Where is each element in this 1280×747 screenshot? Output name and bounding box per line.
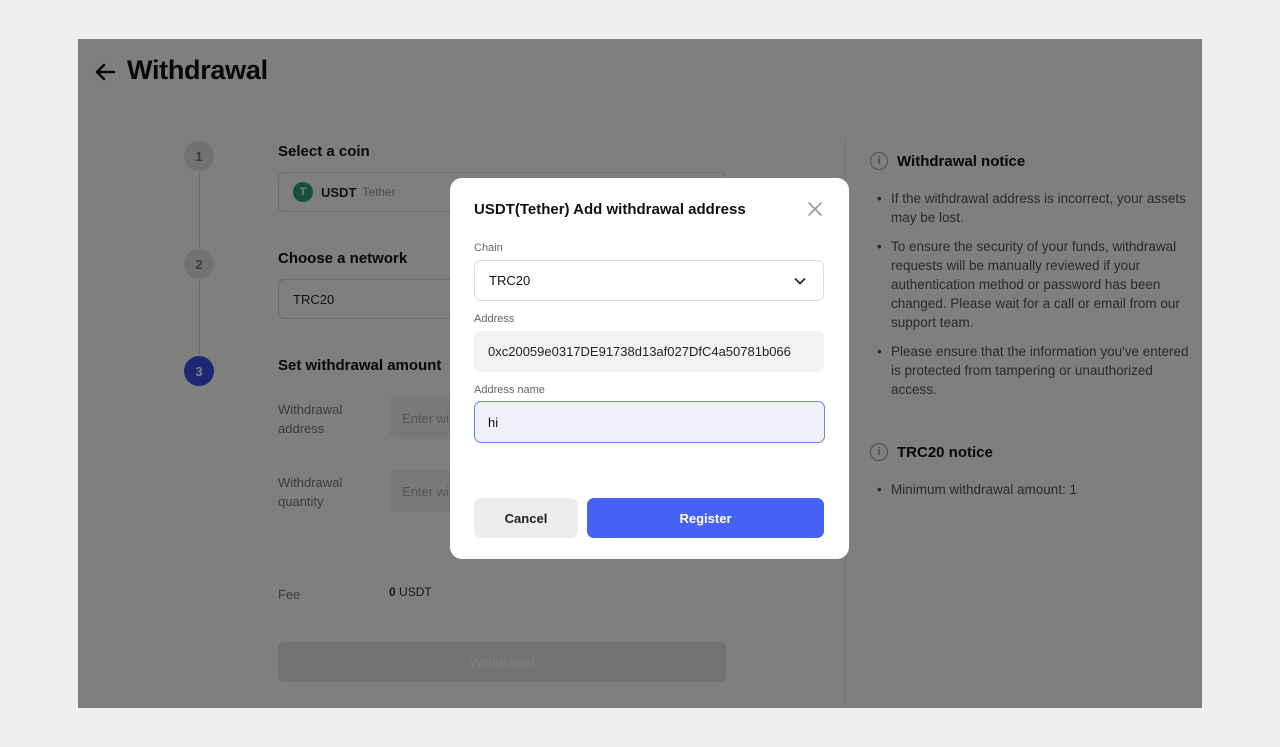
- chain-label: Chain: [474, 242, 503, 254]
- add-address-modal: USDT(Tether) Add withdrawal address Chai…: [450, 178, 849, 559]
- address-name-label: Address name: [474, 384, 545, 396]
- address-field[interactable]: 0xc20059e0317DE91738d13af027DfC4a50781b0…: [474, 331, 824, 372]
- close-icon[interactable]: [806, 200, 824, 218]
- modal-title: USDT(Tether) Add withdrawal address: [474, 201, 746, 218]
- chevron-down-icon: [794, 278, 806, 285]
- chain-value: TRC20: [489, 273, 531, 288]
- cancel-button[interactable]: Cancel: [474, 498, 578, 538]
- address-label: Address: [474, 313, 515, 325]
- address-name-input[interactable]: [474, 401, 825, 443]
- chain-select[interactable]: TRC20: [474, 260, 824, 301]
- register-button[interactable]: Register: [587, 498, 824, 538]
